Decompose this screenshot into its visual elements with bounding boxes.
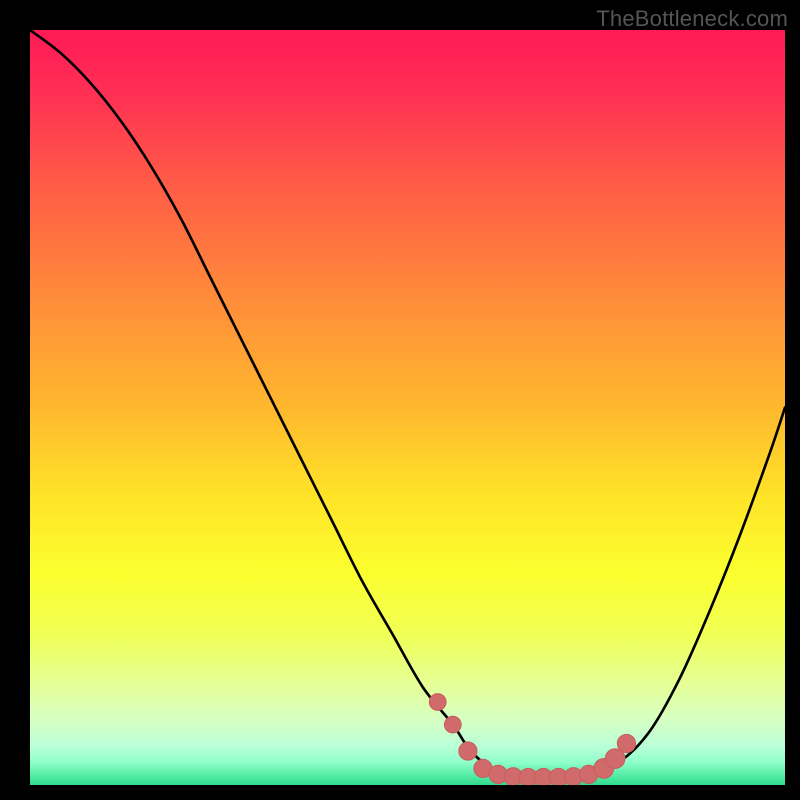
watermark-text: TheBottleneck.com <box>596 6 788 32</box>
optimal-range-markers <box>429 694 635 785</box>
marker-dot <box>429 694 446 711</box>
bottleneck-curve <box>30 30 785 778</box>
chart-svg <box>30 30 785 785</box>
marker-dot <box>617 734 635 752</box>
marker-dot <box>459 742 477 760</box>
plot-area <box>30 30 785 785</box>
chart-frame: TheBottleneck.com <box>0 0 800 800</box>
marker-dot <box>444 716 461 733</box>
